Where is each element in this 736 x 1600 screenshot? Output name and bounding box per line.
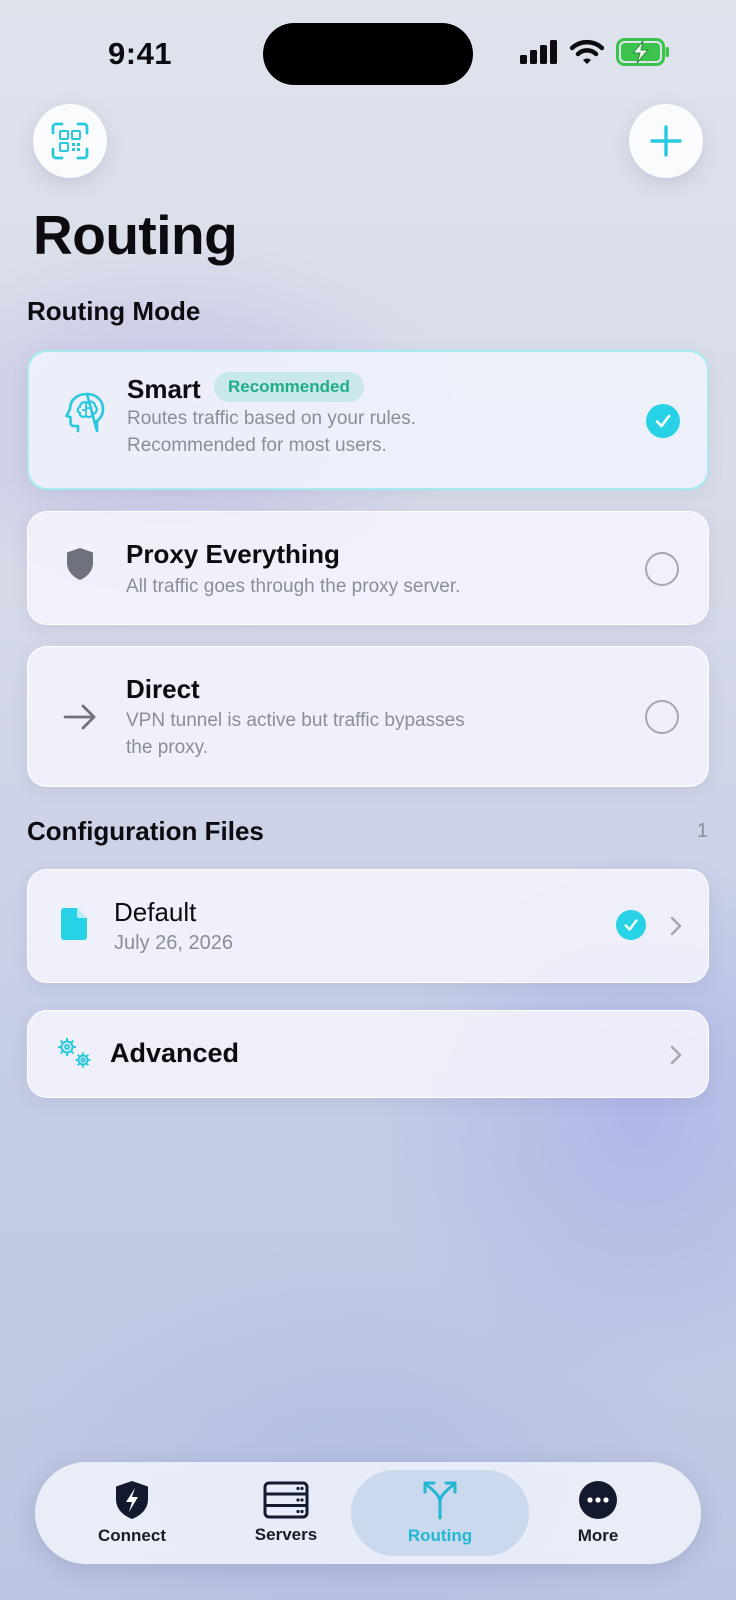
tab-connect[interactable]: Connect	[43, 1470, 221, 1556]
config-file-default[interactable]: Default July 26, 2026	[27, 869, 709, 983]
routing-option-name: Proxy Everything	[126, 539, 340, 569]
routing-option-description-line2: the proxy.	[126, 737, 209, 758]
chevron-right-icon	[670, 916, 682, 936]
selected-check-icon	[616, 910, 646, 940]
shield-bolt-icon	[116, 1481, 148, 1519]
arrow-right-icon	[60, 697, 100, 737]
advanced-row[interactable]: Advanced	[27, 1010, 709, 1098]
tab-label: Routing	[407, 1526, 473, 1545]
routing-option-direct[interactable]: Direct VPN tunnel is active but traffic …	[27, 646, 709, 787]
tab-label: Servers	[254, 1525, 318, 1544]
config-file-name: Default	[114, 897, 197, 927]
battery-charging-icon	[616, 38, 669, 66]
chevron-right-icon	[670, 1045, 682, 1065]
configuration-files-count: 1	[696, 820, 708, 842]
wifi-icon	[570, 39, 604, 64]
selected-check-icon	[646, 404, 680, 438]
tab-bar: Connect Servers Routing More	[35, 1462, 701, 1564]
routing-option-name: Direct	[126, 674, 200, 704]
advanced-label: Advanced	[110, 1038, 240, 1068]
gears-icon	[54, 1035, 96, 1071]
more-icon	[579, 1481, 617, 1519]
cellular-signal-icon	[520, 40, 557, 64]
page-title: Routing	[33, 204, 238, 266]
tab-more[interactable]: More	[509, 1470, 687, 1556]
dynamic-island	[263, 23, 473, 85]
status-icons	[520, 38, 670, 66]
tab-label: More	[577, 1526, 619, 1545]
document-icon	[56, 904, 92, 944]
brain-icon	[61, 388, 109, 436]
routing-mode-section-title: Routing Mode	[27, 296, 201, 326]
plus-icon	[650, 125, 682, 157]
unselected-radio	[645, 552, 679, 586]
configuration-files-section-title: Configuration Files	[27, 816, 264, 846]
routing-option-description: All traffic goes through the proxy serve…	[126, 576, 461, 597]
recommended-badge: Recommended	[214, 372, 364, 402]
fork-icon	[423, 1481, 457, 1520]
tab-routing[interactable]: Routing	[351, 1470, 529, 1556]
unselected-radio	[645, 700, 679, 734]
shield-icon	[60, 544, 100, 584]
routing-option-description: Routes traffic based on your rules.	[127, 408, 417, 429]
routing-option-description-line2: Recommended for most users.	[127, 435, 387, 456]
routing-option-description: VPN tunnel is active but traffic bypasse…	[126, 710, 465, 731]
routing-option-smart[interactable]: Smart Recommended Routes traffic based o…	[27, 350, 709, 490]
qr-scan-icon	[51, 122, 89, 160]
status-time: 9:41	[108, 36, 173, 71]
routing-option-name: Smart	[127, 374, 201, 404]
tab-servers[interactable]: Servers	[197, 1470, 375, 1556]
tab-label: Connect	[98, 1526, 166, 1545]
add-button[interactable]	[629, 104, 703, 178]
routing-option-proxy-everything[interactable]: Proxy Everything All traffic goes throug…	[27, 511, 709, 625]
server-icon	[263, 1481, 309, 1519]
config-file-date: July 26, 2026	[114, 932, 233, 954]
qr-scan-button[interactable]	[33, 104, 107, 178]
